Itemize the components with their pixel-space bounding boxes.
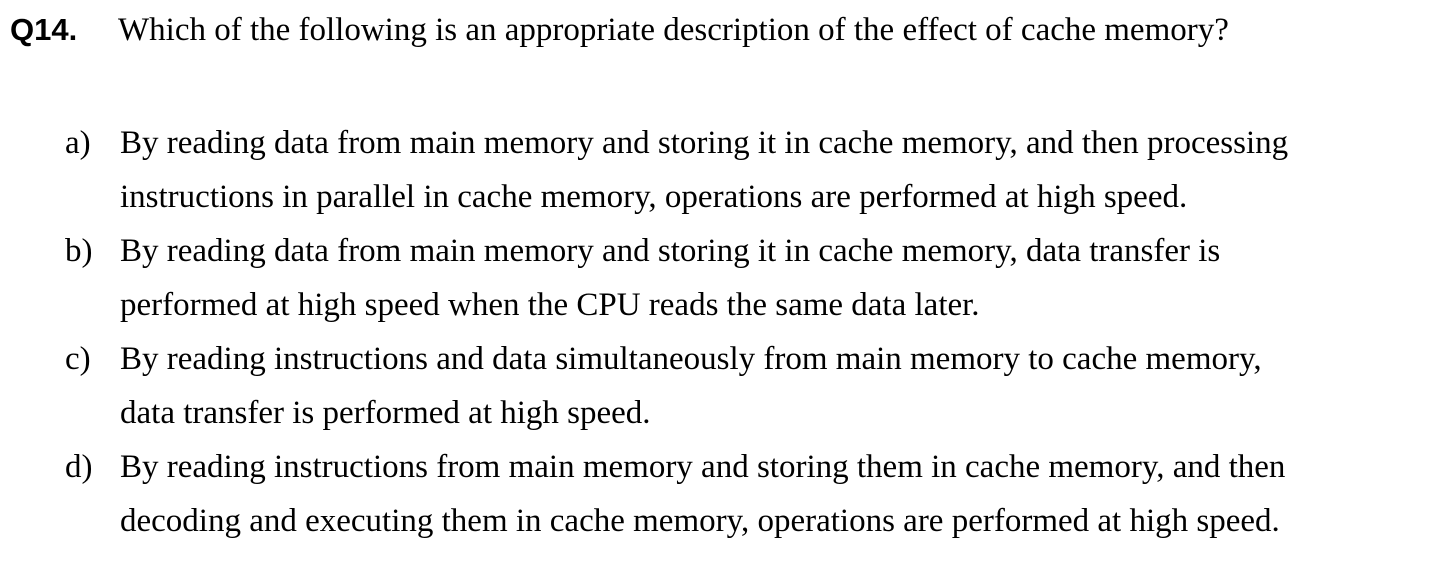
option-a-letter: a) (65, 125, 91, 161)
option-d: d) By reading instructions from main mem… (0, 440, 1450, 548)
option-b-letter: b) (65, 233, 93, 269)
option-a-text: By reading data from main memory and sto… (120, 116, 1420, 224)
option-a-line-2: instructions in parallel in cache memory… (120, 179, 1188, 215)
option-d-text: By reading instructions from main memory… (120, 440, 1420, 548)
option-d-letter: d) (65, 449, 93, 485)
option-b: b) By reading data from main memory and … (0, 224, 1450, 332)
option-c-line-2: data transfer is performed at high speed… (120, 395, 651, 431)
option-b-line-2: performed at high speed when the CPU rea… (120, 287, 980, 323)
question-text: Which of the following is an appropriate… (118, 12, 1229, 48)
question-heading: Q14. Which of the following is an appropr… (10, 12, 1229, 49)
option-b-line-1: By reading data from main memory and sto… (120, 233, 1221, 269)
answer-options: a) By reading data from main memory and … (0, 116, 1450, 548)
option-c-letter: c) (65, 341, 91, 377)
option-c: c) By reading instructions and data simu… (0, 332, 1450, 440)
option-b-text: By reading data from main memory and sto… (120, 224, 1420, 332)
option-c-line-1: By reading instructions and data simulta… (120, 341, 1262, 377)
question-number: Q14. (10, 12, 78, 47)
option-c-text: By reading instructions and data simulta… (120, 332, 1420, 440)
option-a: a) By reading data from main memory and … (0, 116, 1450, 224)
option-a-line-1: By reading data from main memory and sto… (120, 125, 1289, 161)
option-d-line-1: By reading instructions from main memory… (120, 449, 1286, 485)
option-d-line-2: decoding and executing them in cache mem… (120, 503, 1280, 539)
